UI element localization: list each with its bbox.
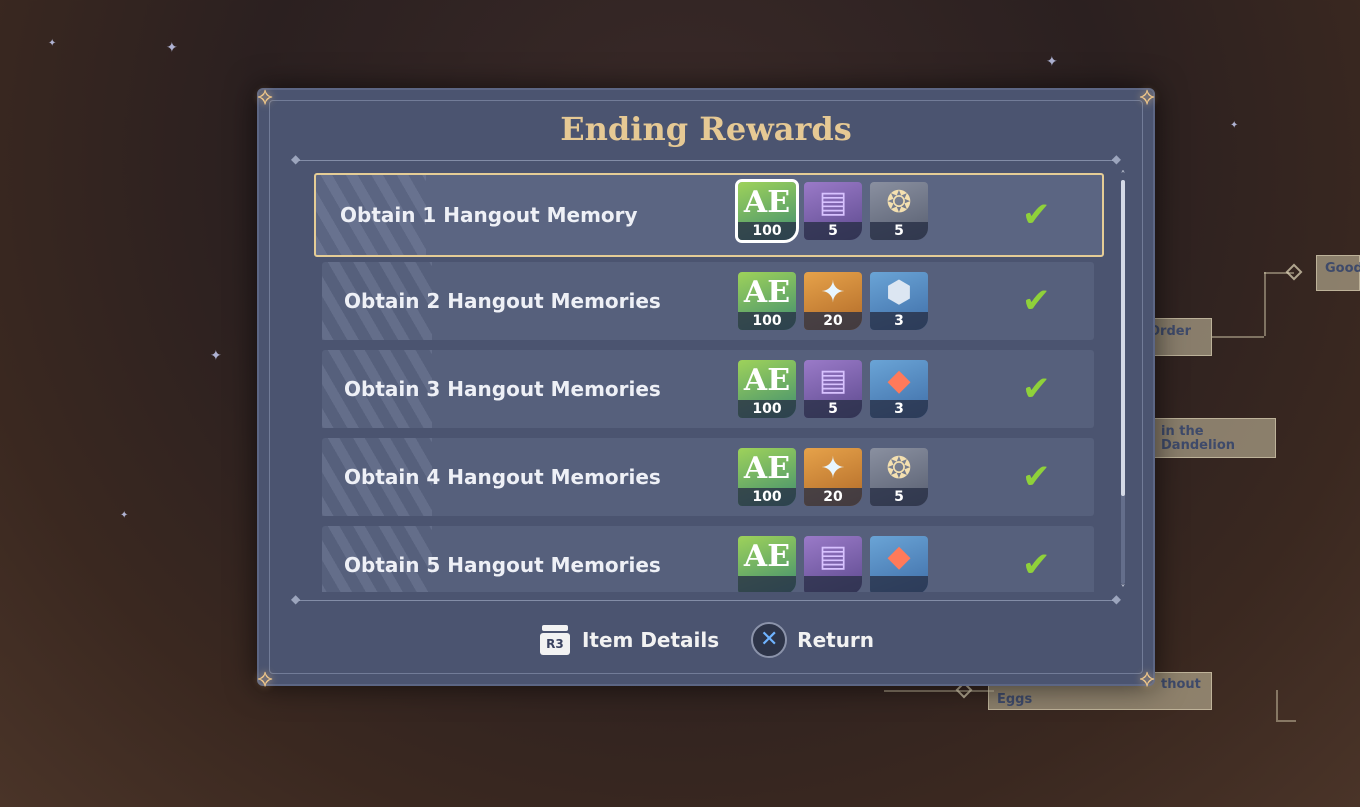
completed-check-icon: ✔ — [1022, 369, 1051, 409]
reward-row-label: Obtain 2 Hangout Memories — [344, 289, 661, 313]
red-crystal-shard-icon[interactable]: ◆ 3 — [870, 360, 928, 418]
hero-wit-exp-icon[interactable]: AE 100 — [735, 179, 799, 243]
item-count: 5 — [804, 222, 862, 240]
item-count: 5 — [870, 488, 928, 506]
reward-items: AE 100 ▤ 5 ◆ 3 — [738, 360, 928, 418]
corner-ornament-icon: ⟡ — [1139, 82, 1155, 110]
tree-connector — [884, 690, 994, 692]
completed-check-icon: ✔ — [1022, 545, 1051, 585]
wings-glider-icon[interactable]: ❂ 5 — [870, 182, 928, 240]
r3-button-icon: R3 — [538, 623, 572, 657]
red-crystal-shard-icon[interactable]: ◆ — [870, 536, 928, 592]
item-count: 100 — [738, 400, 796, 418]
reward-row-label: Obtain 5 Hangout Memories — [344, 553, 661, 577]
corner-ornament-icon: ⟡ — [257, 82, 273, 110]
tree-connector — [1264, 272, 1266, 336]
item-count: 5 — [870, 222, 928, 240]
item-count: 5 — [804, 400, 862, 418]
reward-items: AE ▤ ◆ — [738, 536, 928, 592]
dialog-footer: R3 Item Details ✕ Return — [259, 620, 1153, 660]
tree-node-diamond-icon — [1285, 263, 1303, 281]
item-count — [738, 576, 796, 592]
hero-wit-exp-icon[interactable]: AE — [738, 536, 796, 592]
hero-wit-exp-icon[interactable]: AE 100 — [738, 272, 796, 330]
cross-button-icon: ✕ — [751, 622, 788, 658]
reward-row-5[interactable]: Obtain 5 Hangout Memories AE ▤ ◆ ✔ — [322, 526, 1094, 592]
item-count: 20 — [804, 488, 862, 506]
item-count — [870, 576, 928, 592]
reward-items: AE 100 ✦ 20 ⬢ 3 — [738, 272, 928, 330]
hero-wit-exp-icon[interactable]: AE 100 — [738, 360, 796, 418]
hero-wit-exp-icon[interactable]: AE 100 — [738, 448, 796, 506]
reward-row-label: Obtain 4 Hangout Memories — [344, 465, 661, 489]
item-count: 3 — [870, 312, 928, 330]
reward-row-label: Obtain 3 Hangout Memories — [344, 377, 661, 401]
return-button[interactable]: ✕ Return — [751, 622, 874, 658]
star-icon: ✦ — [1230, 120, 1239, 131]
purple-book-icon[interactable]: ▤ — [804, 536, 862, 592]
item-details-label: Item Details — [581, 628, 720, 652]
return-label: Return — [797, 628, 875, 652]
reward-items: AE 100 ✦ 20 ❂ 5 — [738, 448, 928, 506]
item-details-button[interactable]: R3 Item Details — [538, 623, 719, 657]
item-count: 3 — [870, 400, 928, 418]
item-count: 20 — [804, 312, 862, 330]
star-icon: ✦ — [166, 40, 178, 56]
corner-ornament-icon: ⟡ — [257, 664, 273, 692]
reward-row-1[interactable]: Obtain 1 Hangout Memory AE 100 ▤ 5 ❂ 5 ✔ — [314, 173, 1104, 257]
tree-connector — [1276, 690, 1278, 720]
completed-check-icon: ✔ — [1022, 195, 1051, 235]
story-node-dandelion[interactable]: in the Dandelion — [1152, 418, 1276, 458]
story-node-good[interactable]: Good — [1316, 255, 1360, 291]
dialog-title: Ending Rewards — [560, 110, 852, 148]
corner-ornament-icon: ⟡ — [1139, 664, 1155, 692]
star-icon: ✦ — [120, 510, 129, 521]
tree-connector — [1276, 720, 1296, 722]
reward-row-4[interactable]: Obtain 4 Hangout Memories AE 100 ✦ 20 ❂ … — [322, 438, 1094, 516]
mystic-enhancement-ore-icon[interactable]: ⬢ 3 — [870, 272, 928, 330]
reward-items: AE 100 ▤ 5 ❂ 5 — [735, 179, 928, 243]
rewards-scrollbar[interactable] — [1121, 180, 1125, 584]
purple-book-icon[interactable]: ▤ 5 — [804, 182, 862, 240]
tree-connector — [1212, 336, 1264, 338]
reward-row-label: Obtain 1 Hangout Memory — [340, 203, 638, 227]
item-count: 100 — [738, 312, 796, 330]
item-count — [804, 576, 862, 592]
completed-check-icon: ✔ — [1022, 457, 1051, 497]
wings-glider-icon[interactable]: ❂ 5 — [870, 448, 928, 506]
reward-row-2[interactable]: Obtain 2 Hangout Memories AE 100 ✦ 20 ⬢ … — [322, 262, 1094, 340]
primogem-icon[interactable]: ✦ 20 — [804, 272, 862, 330]
star-icon: ✦ — [1046, 54, 1058, 70]
star-icon: ✦ — [210, 348, 222, 364]
item-count: 100 — [738, 222, 796, 240]
reward-row-3[interactable]: Obtain 3 Hangout Memories AE 100 ▤ 5 ◆ 3… — [322, 350, 1094, 428]
item-count: 100 — [738, 488, 796, 506]
bottom-divider — [291, 592, 1121, 606]
top-divider — [291, 152, 1121, 166]
primogem-icon[interactable]: ✦ 20 — [804, 448, 862, 506]
rewards-list[interactable]: Obtain 1 Hangout Memory AE 100 ▤ 5 ❂ 5 ✔ — [314, 172, 1104, 592]
star-icon: ✦ — [48, 38, 57, 49]
completed-check-icon: ✔ — [1022, 281, 1051, 321]
scroll-thumb[interactable] — [1121, 180, 1125, 496]
ending-rewards-dialog: ⟡ ⟡ ⟡ ⟡ Ending Rewards Obtain 1 Hangout … — [257, 82, 1155, 692]
purple-book-icon[interactable]: ▤ 5 — [804, 360, 862, 418]
